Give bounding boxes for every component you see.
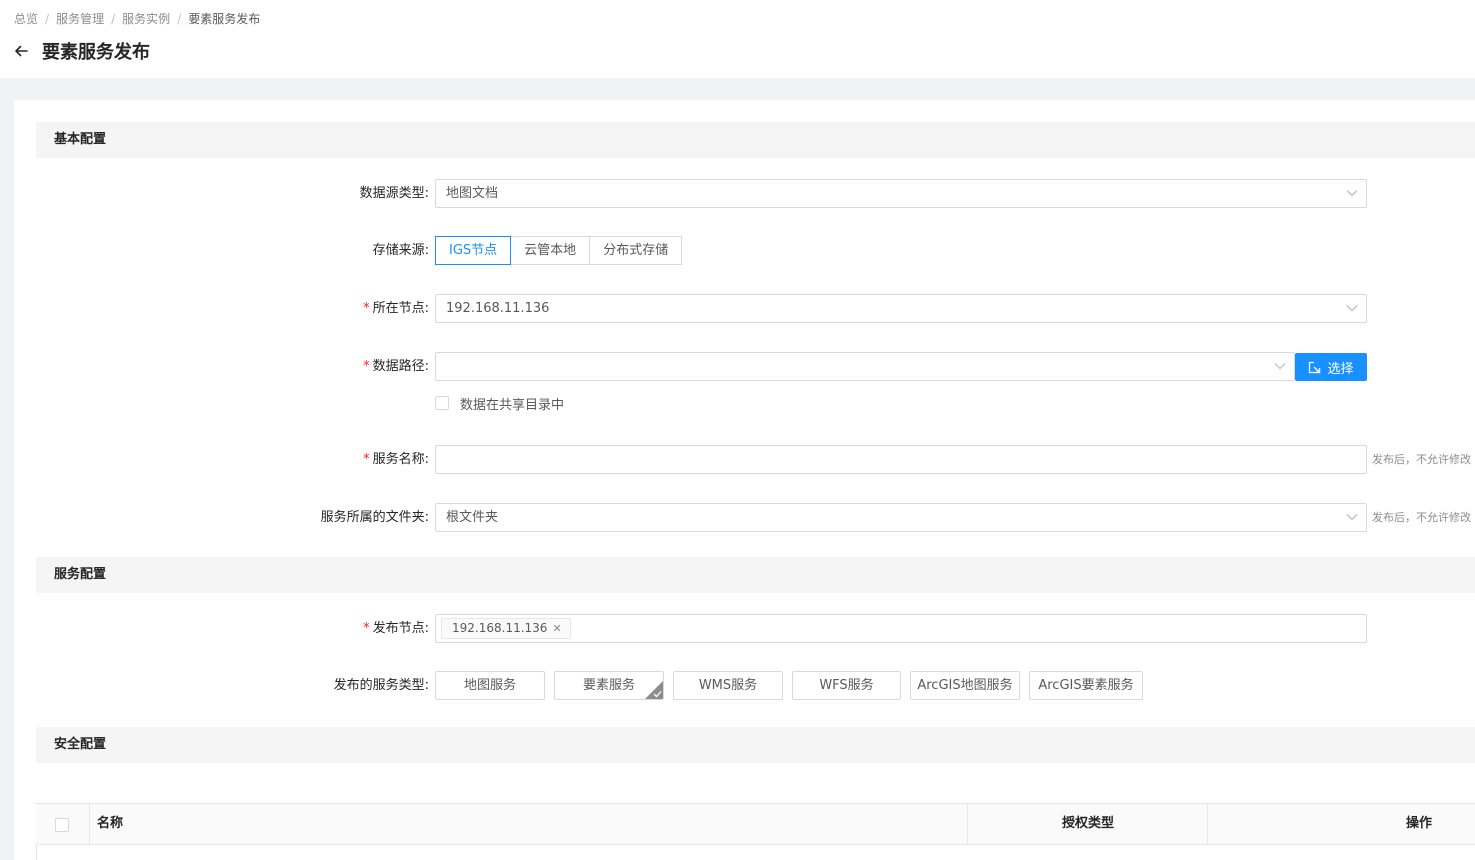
service-type-arcgis-map[interactable]: ArcGIS地图服务: [910, 671, 1020, 700]
service-type-map[interactable]: 地图服务: [435, 671, 545, 700]
datasource-type-value: 地图文档: [446, 186, 499, 201]
folder-value: 根文件夹: [446, 510, 499, 525]
radio-distributed-storage[interactable]: 分布式存储: [589, 236, 683, 265]
breadcrumb-separator: /: [177, 11, 182, 26]
publish-node-tag: 192.168.11.136 ✕: [441, 618, 571, 639]
choose-path-button[interactable]: 选择: [1295, 353, 1367, 381]
service-name-label-text: 服务名称:: [372, 452, 429, 467]
datasource-type-label: 数据源类型:: [360, 179, 429, 208]
service-type-wms[interactable]: WMS服务: [673, 671, 783, 700]
chevron-down-icon: [1346, 190, 1358, 197]
storage-source-label: 存储来源:: [373, 236, 429, 265]
breadcrumb-item-overview[interactable]: 总览: [14, 10, 38, 27]
select-all-checkbox[interactable]: [55, 818, 69, 832]
radio-igs-node[interactable]: IGS节点: [435, 236, 512, 265]
datasource-type-select[interactable]: 地图文档: [435, 179, 1367, 208]
storage-source-label-text: 存储来源:: [372, 243, 429, 258]
page-title: 要素服务发布: [42, 42, 150, 63]
table-border: [36, 845, 37, 860]
service-types-label: 发布的服务类型:: [334, 671, 429, 700]
chevron-down-icon: [1274, 363, 1286, 370]
publish-node-tag-label: 192.168.11.136: [452, 621, 548, 635]
radio-cloud-local[interactable]: 云管本地: [510, 236, 591, 265]
required-mark: *: [363, 301, 370, 316]
data-path-label: * 数据路径:: [363, 352, 429, 381]
page-header: 总览 / 服务管理 / 服务实例 / 要素服务发布 要素服务发布: [0, 0, 1475, 78]
select-file-icon: [1309, 361, 1321, 373]
content-panel: 基本配置 数据源类型: 地图文档 存储来源: IGS节点 云管本地 分布式存储 …: [14, 100, 1475, 860]
column-auth-type: 授权类型: [1062, 816, 1115, 831]
publish-node-multiselect[interactable]: 192.168.11.136 ✕: [435, 614, 1367, 643]
folder-select[interactable]: 根文件夹: [435, 503, 1367, 532]
breadcrumb: 总览 / 服务管理 / 服务实例 / 要素服务发布: [14, 10, 260, 27]
required-mark: *: [363, 452, 370, 467]
service-name-help: 发布后，不允许修改: [1372, 453, 1471, 466]
section-basic-config: 基本配置: [36, 122, 1475, 158]
service-type-wfs[interactable]: WFS服务: [792, 671, 901, 700]
shared-dir-checkbox[interactable]: [435, 396, 449, 410]
publish-node-label: * 发布节点:: [363, 614, 429, 643]
checkmark-corner-icon: [645, 681, 663, 699]
column-name: 名称: [97, 816, 124, 831]
breadcrumb-item-current: 要素服务发布: [188, 12, 261, 26]
publish-node-label-text: 发布节点:: [372, 621, 429, 636]
column-actions: 操作: [1406, 816, 1433, 831]
breadcrumb-item-service-instances[interactable]: 服务实例: [122, 10, 170, 27]
node-select[interactable]: 192.168.11.136: [435, 294, 1367, 323]
title-row: 要素服务发布: [12, 38, 150, 64]
breadcrumb-separator: /: [45, 11, 50, 26]
folder-help: 发布后，不允许修改: [1372, 511, 1471, 524]
section-security-config: 安全配置: [36, 727, 1475, 763]
service-type-arcgis-feature[interactable]: ArcGIS要素服务: [1029, 671, 1143, 700]
required-mark: *: [363, 621, 370, 636]
back-arrow-icon[interactable]: [12, 42, 30, 60]
service-types-label-text: 发布的服务类型:: [333, 678, 429, 693]
breadcrumb-separator: /: [111, 11, 116, 26]
required-mark: *: [363, 359, 370, 374]
node-value: 192.168.11.136: [446, 301, 550, 316]
data-path-select[interactable]: [435, 352, 1295, 381]
node-label-text: 所在节点:: [372, 301, 429, 316]
service-name-label: * 服务名称:: [363, 445, 429, 474]
datasource-type-label-text: 数据源类型:: [359, 186, 429, 201]
chevron-down-icon: [1346, 305, 1358, 312]
folder-label: 服务所属的文件夹:: [321, 503, 429, 532]
security-table-header: 名称 授权类型 操作: [36, 803, 1475, 845]
service-name-input[interactable]: [435, 445, 1367, 474]
service-type-feature[interactable]: 要素服务: [554, 671, 664, 700]
column-divider: [89, 804, 90, 844]
close-icon[interactable]: ✕: [552, 619, 561, 638]
storage-source-radio-group: IGS节点 云管本地 分布式存储: [435, 236, 683, 265]
column-divider: [1207, 804, 1208, 844]
service-type-feature-label: 要素服务: [582, 678, 635, 693]
choose-path-label: 选择: [1327, 361, 1354, 377]
column-divider: [967, 804, 968, 844]
data-path-label-text: 数据路径:: [372, 359, 429, 374]
breadcrumb-item-service-management[interactable]: 服务管理: [56, 10, 104, 27]
folder-label-text: 服务所属的文件夹:: [320, 510, 429, 525]
section-service-config: 服务配置: [36, 557, 1475, 593]
shared-dir-label[interactable]: 数据在共享目录中: [460, 394, 564, 413]
chevron-down-icon: [1346, 514, 1358, 521]
node-label: * 所在节点:: [363, 294, 429, 323]
